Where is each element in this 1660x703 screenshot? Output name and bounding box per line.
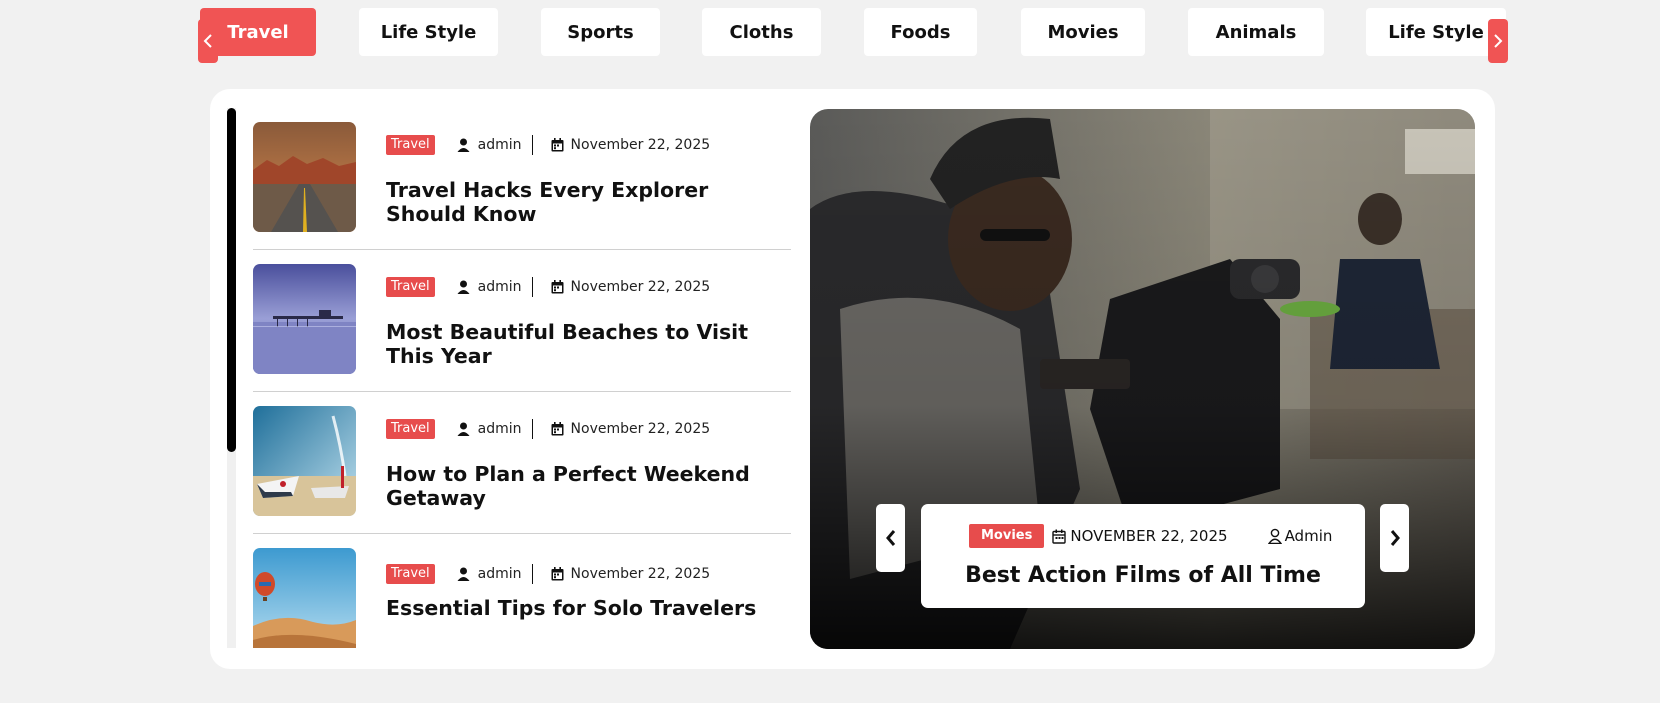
tab-life-style[interactable]: Life Style <box>359 8 498 56</box>
boats-on-beach-photo <box>253 406 356 516</box>
chevron-left-icon <box>885 530 895 546</box>
post-date: November 22, 2025 <box>570 137 711 153</box>
category-badge[interactable]: Travel <box>386 135 435 155</box>
tab-label: Life Style <box>1388 21 1484 43</box>
tab-label: Animals <box>1215 21 1297 43</box>
tab-animals[interactable]: Animals <box>1188 8 1324 56</box>
post-title[interactable]: How to Plan a Perfect Weekend Getaway <box>386 462 786 510</box>
post-author[interactable]: admin <box>478 421 522 437</box>
category-tab-bar: Travel Life Style Sports Cloths Foods Mo… <box>196 6 1508 64</box>
calendar-icon <box>551 422 564 436</box>
hero-slider: Movies NOVEMBER 22, 2025 Admin Best Acti… <box>810 109 1475 649</box>
post-date: November 22, 2025 <box>570 279 711 295</box>
chevron-right-icon <box>1494 34 1503 48</box>
post-title[interactable]: Essential Tips for Solo Travelers <box>386 596 786 620</box>
tab-label: Travel <box>227 21 289 43</box>
chevron-right-icon <box>1390 530 1400 546</box>
chevron-left-icon <box>203 34 212 48</box>
meta-divider <box>531 277 533 297</box>
tab-sports[interactable]: Sports <box>541 8 660 56</box>
hero-caption-card: Movies NOVEMBER 22, 2025 Admin Best Acti… <box>921 504 1365 608</box>
post-author[interactable]: admin <box>478 279 522 295</box>
post-meta: Travel admin November 22, 2025 <box>386 417 710 441</box>
list-item[interactable]: Travel admin November 22, 2025 How to Pl… <box>253 392 791 534</box>
user-icon <box>457 567 470 581</box>
post-thumbnail[interactable] <box>253 122 356 232</box>
user-icon <box>1267 528 1282 544</box>
user-icon <box>457 138 470 152</box>
scrollbar-thumb[interactable] <box>227 108 236 452</box>
calendar-icon <box>551 567 564 581</box>
hero-meta: Movies NOVEMBER 22, 2025 Admin <box>969 524 1332 548</box>
hero-author[interactable]: Admin <box>1285 527 1333 545</box>
tab-label: Cloths <box>729 21 794 43</box>
post-date: November 22, 2025 <box>570 566 711 582</box>
desert-road-photo <box>253 122 356 232</box>
tab-cloths[interactable]: Cloths <box>702 8 821 56</box>
tab-label: Life Style <box>380 21 477 43</box>
featured-posts-card: Travel admin November 22, 2025 Travel Ha… <box>210 89 1495 669</box>
post-meta: Travel admin November 22, 2025 <box>386 275 710 299</box>
user-icon <box>457 422 470 436</box>
list-item[interactable]: Travel admin November 22, 2025 Travel Ha… <box>253 108 791 250</box>
post-thumbnail[interactable] <box>253 548 356 648</box>
post-thumbnail[interactable] <box>253 406 356 516</box>
category-tabs-viewport: Travel Life Style Sports Cloths Foods Mo… <box>196 6 1506 64</box>
calendar-icon <box>551 138 564 152</box>
calendar-icon <box>1052 529 1067 544</box>
tab-label: Movies <box>1047 21 1119 43</box>
post-date: November 22, 2025 <box>570 421 711 437</box>
post-list-scrollbar[interactable] <box>227 108 236 648</box>
user-icon <box>457 280 470 294</box>
tab-life-style-2[interactable]: Life Style <box>1366 8 1506 56</box>
hero-title[interactable]: Best Action Films of All Time <box>921 563 1365 588</box>
calendar-icon <box>551 280 564 294</box>
category-badge[interactable]: Travel <box>386 419 435 439</box>
hero-prev-button[interactable] <box>876 504 905 572</box>
post-meta: Travel admin November 22, 2025 <box>386 133 710 157</box>
hero-next-button[interactable] <box>1380 504 1409 572</box>
hero-category-badge[interactable]: Movies <box>969 524 1045 548</box>
list-item[interactable]: Travel admin November 22, 2025 Most Beau… <box>253 250 791 392</box>
post-list: Travel admin November 22, 2025 Travel Ha… <box>253 108 791 648</box>
desert-balloon-photo <box>253 548 356 648</box>
tab-foods[interactable]: Foods <box>864 8 977 56</box>
post-title[interactable]: Travel Hacks Every Explorer Should Know <box>386 178 786 226</box>
post-thumbnail[interactable] <box>253 264 356 374</box>
meta-divider <box>531 135 533 155</box>
category-badge[interactable]: Travel <box>386 564 435 584</box>
post-author[interactable]: admin <box>478 566 522 582</box>
tab-movies[interactable]: Movies <box>1021 8 1145 56</box>
category-badge[interactable]: Travel <box>386 277 435 297</box>
tab-label: Foods <box>890 21 951 43</box>
list-item[interactable]: Travel admin November 22, 2025 Essential… <box>253 534 791 648</box>
meta-divider <box>531 564 533 584</box>
post-title[interactable]: Most Beautiful Beaches to Visit This Yea… <box>386 320 786 368</box>
tabs-prev-button[interactable] <box>198 19 218 63</box>
hero-date: NOVEMBER 22, 2025 <box>1070 527 1228 545</box>
tabs-next-button[interactable] <box>1488 19 1508 63</box>
post-meta: Travel admin November 22, 2025 <box>386 562 710 586</box>
post-author[interactable]: admin <box>478 137 522 153</box>
meta-divider <box>531 419 533 439</box>
tab-label: Sports <box>567 21 634 43</box>
pier-at-dusk-photo <box>253 264 356 374</box>
